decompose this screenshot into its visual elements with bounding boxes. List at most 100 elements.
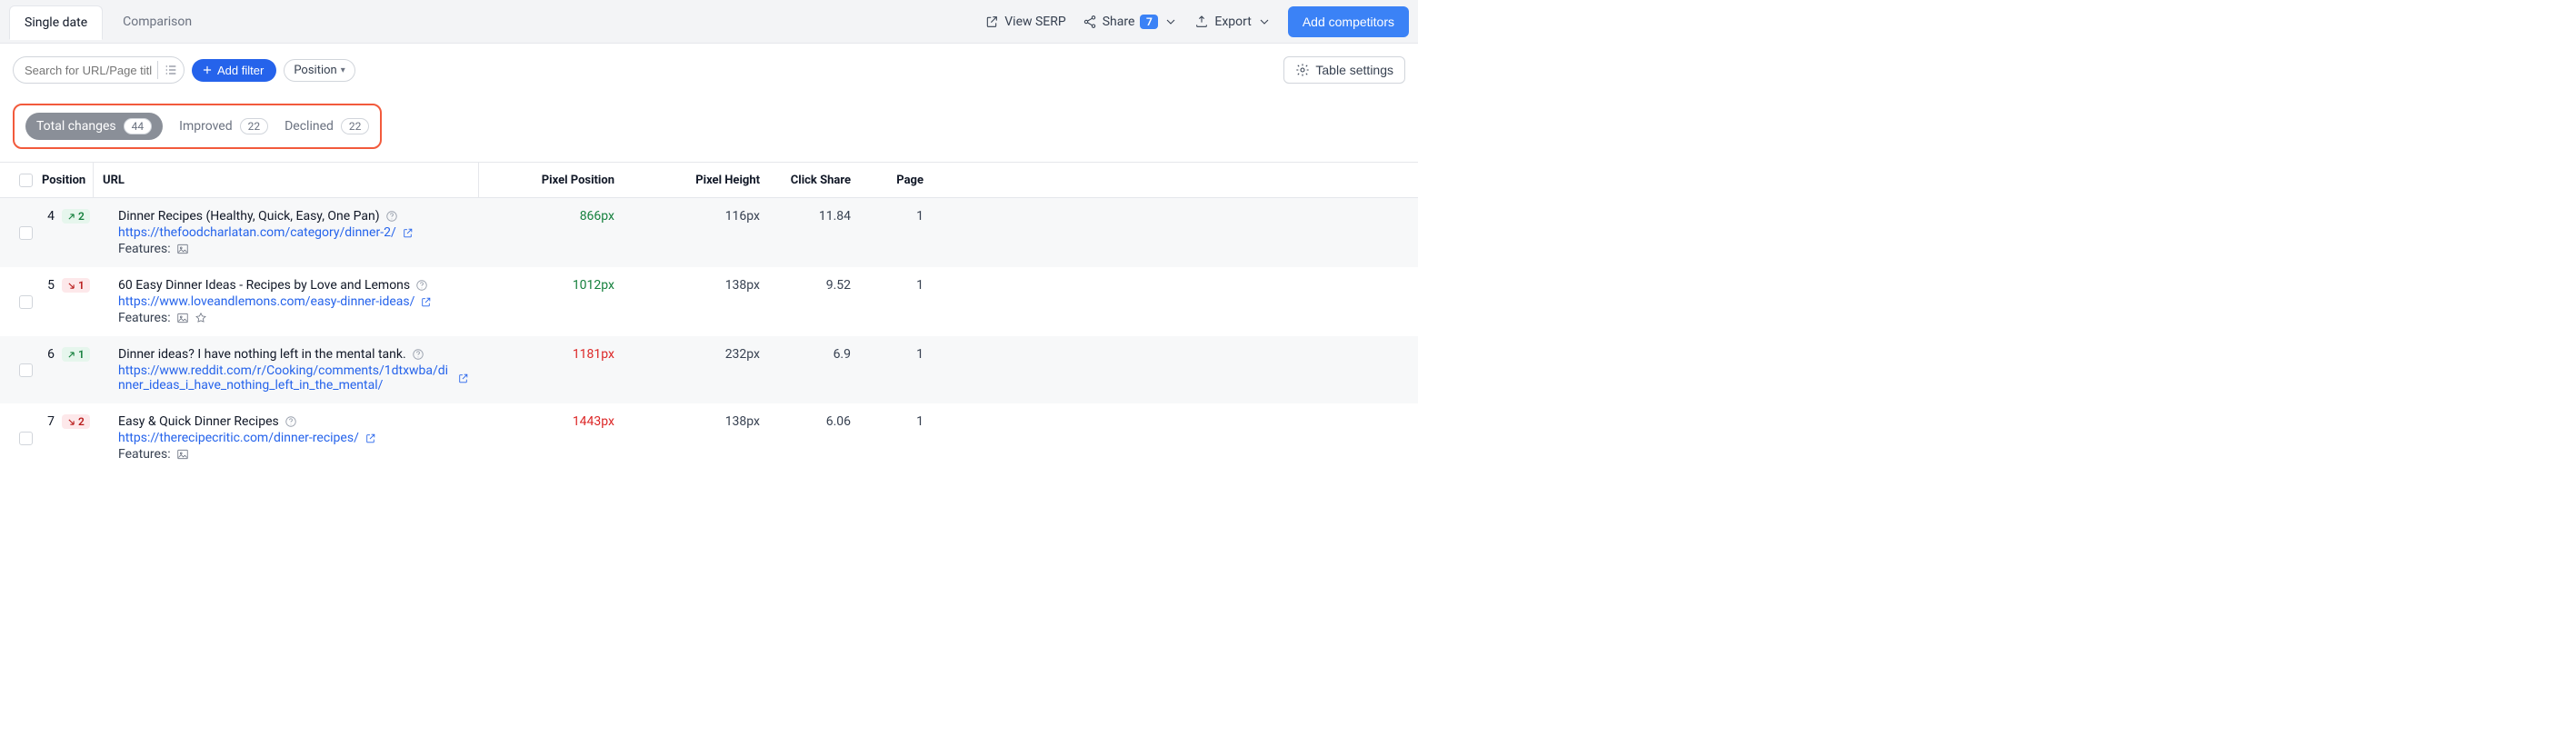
result-url-link[interactable]: https://www.reddit.com/r/Cooking/comment…: [118, 363, 452, 393]
result-url-link[interactable]: https://www.loveandlemons.com/easy-dinne…: [118, 294, 414, 309]
position-number: 6: [42, 347, 55, 362]
search-input-wrapper: [13, 56, 185, 84]
changes-tab-row: Total changes 44 Improved 22 Declined 22: [0, 96, 1418, 162]
position-delta: 1: [62, 278, 90, 293]
position-filter-select[interactable]: Position ▾: [284, 59, 354, 82]
total-changes-pill[interactable]: Total changes 44: [25, 113, 163, 140]
result-url-link[interactable]: https://therecipecritic.com/dinner-recip…: [118, 431, 359, 445]
arrow-up-icon: [67, 351, 75, 359]
page-cell: 1: [860, 209, 933, 256]
share-label: Share: [1103, 15, 1135, 29]
position-cell: 72: [38, 414, 118, 462]
features-line: Features:: [118, 242, 469, 256]
improved-pill[interactable]: Improved 22: [179, 118, 268, 134]
pixel-position-cell: 1181px: [478, 347, 624, 393]
add-filter-label: Add filter: [217, 64, 264, 77]
results-table: Position URL Pixel Position Pixel Height…: [0, 162, 1418, 472]
pixel-height-cell: 232px: [624, 347, 769, 393]
url-cell: 60 Easy Dinner Ideas - Recipes by Love a…: [118, 278, 478, 325]
external-link-icon[interactable]: [420, 296, 432, 308]
share-button[interactable]: Share 7: [1083, 15, 1179, 29]
declined-pill[interactable]: Declined 22: [285, 118, 369, 134]
external-link-icon[interactable]: [364, 433, 376, 444]
help-icon: [285, 415, 297, 428]
total-changes-count: 44: [124, 118, 153, 134]
image-icon: [176, 312, 189, 324]
improved-count: 22: [240, 118, 269, 134]
arrow-up-icon: [67, 213, 75, 221]
help-icon: [412, 348, 424, 361]
external-link-icon[interactable]: [457, 373, 469, 384]
caret-down-icon: ▾: [341, 65, 345, 75]
export-button[interactable]: Export: [1194, 15, 1271, 29]
row-checkbox[interactable]: [19, 432, 33, 445]
view-serp-button[interactable]: View SERP: [984, 15, 1065, 29]
star-icon: [195, 312, 207, 324]
row-checkbox[interactable]: [19, 363, 33, 377]
position-number: 4: [42, 209, 55, 224]
row-checkbox[interactable]: [19, 226, 33, 240]
help-icon: [385, 210, 398, 223]
header-url[interactable]: URL: [93, 163, 478, 197]
click-share-cell: 6.9: [769, 347, 860, 393]
arrow-down-icon: [67, 418, 75, 426]
position-number: 7: [42, 414, 55, 429]
features-line: Features:: [118, 447, 469, 462]
page-cell: 1: [860, 278, 933, 325]
share-icon: [1083, 15, 1097, 29]
pixel-height-cell: 138px: [624, 278, 769, 325]
declined-count: 22: [341, 118, 370, 134]
list-toggle-icon[interactable]: [164, 63, 178, 77]
select-all-checkbox[interactable]: [19, 174, 33, 187]
table-row: 42Dinner Recipes (Healthy, Quick, Easy, …: [0, 198, 1418, 267]
result-title: Easy & Quick Dinner Recipes: [118, 414, 279, 429]
export-icon: [1194, 15, 1209, 29]
add-competitors-button[interactable]: Add competitors: [1288, 6, 1409, 37]
features-label: Features:: [118, 311, 171, 325]
position-cell: 51: [38, 278, 118, 325]
header-click-share[interactable]: Click Share: [769, 174, 860, 187]
add-filter-button[interactable]: Add filter: [192, 59, 276, 82]
table-row: 72Easy & Quick Dinner Recipes https://th…: [0, 403, 1418, 472]
features-label: Features:: [118, 242, 171, 256]
row-checkbox[interactable]: [19, 295, 33, 309]
share-count-badge: 7: [1140, 15, 1158, 29]
table-row: 5160 Easy Dinner Ideas - Recipes by Love…: [0, 267, 1418, 336]
result-title: 60 Easy Dinner Ideas - Recipes by Love a…: [118, 278, 410, 293]
position-delta: 2: [62, 209, 90, 224]
tab-single-date[interactable]: Single date: [9, 5, 103, 40]
table-settings-button[interactable]: Table settings: [1283, 56, 1405, 84]
search-input[interactable]: [25, 64, 152, 77]
pixel-height-cell: 138px: [624, 414, 769, 462]
table-settings-label: Table settings: [1315, 63, 1393, 77]
view-serp-label: View SERP: [1004, 15, 1065, 29]
changes-highlight-box: Total changes 44 Improved 22 Declined 22: [13, 104, 382, 149]
header-position[interactable]: Position: [38, 174, 93, 187]
image-icon: [176, 448, 189, 461]
position-delta: 2: [62, 414, 90, 429]
header-pixel-height[interactable]: Pixel Height: [624, 174, 769, 187]
external-link-icon[interactable]: [402, 227, 414, 239]
header-pixel-position[interactable]: Pixel Position: [478, 163, 624, 197]
click-share-cell: 9.52: [769, 278, 860, 325]
pixel-position-cell: 866px: [478, 209, 624, 256]
position-cell: 42: [38, 209, 118, 256]
chevron-down-icon: [1163, 15, 1178, 29]
result-url-link[interactable]: https://thefoodcharlatan.com/category/di…: [118, 225, 396, 240]
total-changes-label: Total changes: [36, 119, 116, 134]
filter-bar: Add filter Position ▾ Table settings: [0, 44, 1418, 96]
divider: [157, 61, 158, 79]
page-cell: 1: [860, 347, 933, 393]
position-number: 5: [42, 278, 55, 293]
tab-comparison[interactable]: Comparison: [108, 5, 206, 40]
page-cell: 1: [860, 414, 933, 462]
arrow-down-icon: [67, 282, 75, 290]
position-filter-label: Position: [294, 64, 336, 77]
help-icon: [415, 279, 428, 292]
header-page[interactable]: Page: [860, 174, 933, 187]
pixel-height-cell: 116px: [624, 209, 769, 256]
position-delta: 1: [62, 347, 90, 362]
result-title: Dinner Recipes (Healthy, Quick, Easy, On…: [118, 209, 380, 224]
click-share-cell: 11.84: [769, 209, 860, 256]
url-cell: Dinner ideas? I have nothing left in the…: [118, 347, 478, 393]
